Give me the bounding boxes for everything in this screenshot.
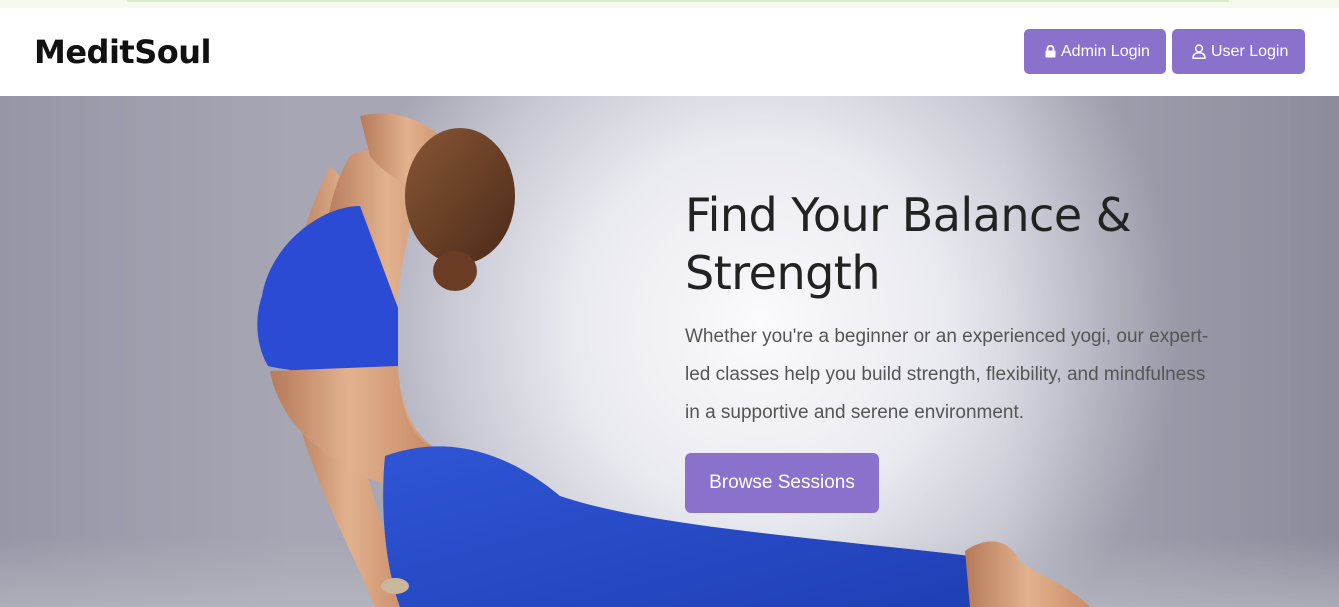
hero-section: Find Your Balance & Strength Whether you…	[0, 96, 1339, 607]
admin-login-label: Admin Login	[1061, 42, 1150, 60]
user-icon	[1192, 44, 1206, 59]
admin-login-button[interactable]: Admin Login	[1024, 29, 1166, 74]
hero-description: Whether you're a beginner or an experien…	[685, 326, 1209, 423]
user-login-button[interactable]: User Login	[1172, 29, 1305, 74]
brand-logo[interactable]: MeditSoul	[34, 32, 212, 72]
top-strip	[0, 0, 1339, 8]
lock-icon	[1045, 45, 1056, 58]
user-login-label: User Login	[1211, 42, 1289, 60]
navbar: MeditSoul Admin Login User Login	[0, 8, 1339, 96]
hero-title: Find Your Balance & Strength	[685, 188, 1132, 300]
hero-content: Find Your Balance & Strength Whether you…	[685, 186, 1245, 513]
browse-sessions-button[interactable]: Browse Sessions	[685, 453, 879, 513]
nav-actions: Admin Login User Login	[1024, 29, 1305, 74]
top-strip-line	[127, 0, 1229, 2]
